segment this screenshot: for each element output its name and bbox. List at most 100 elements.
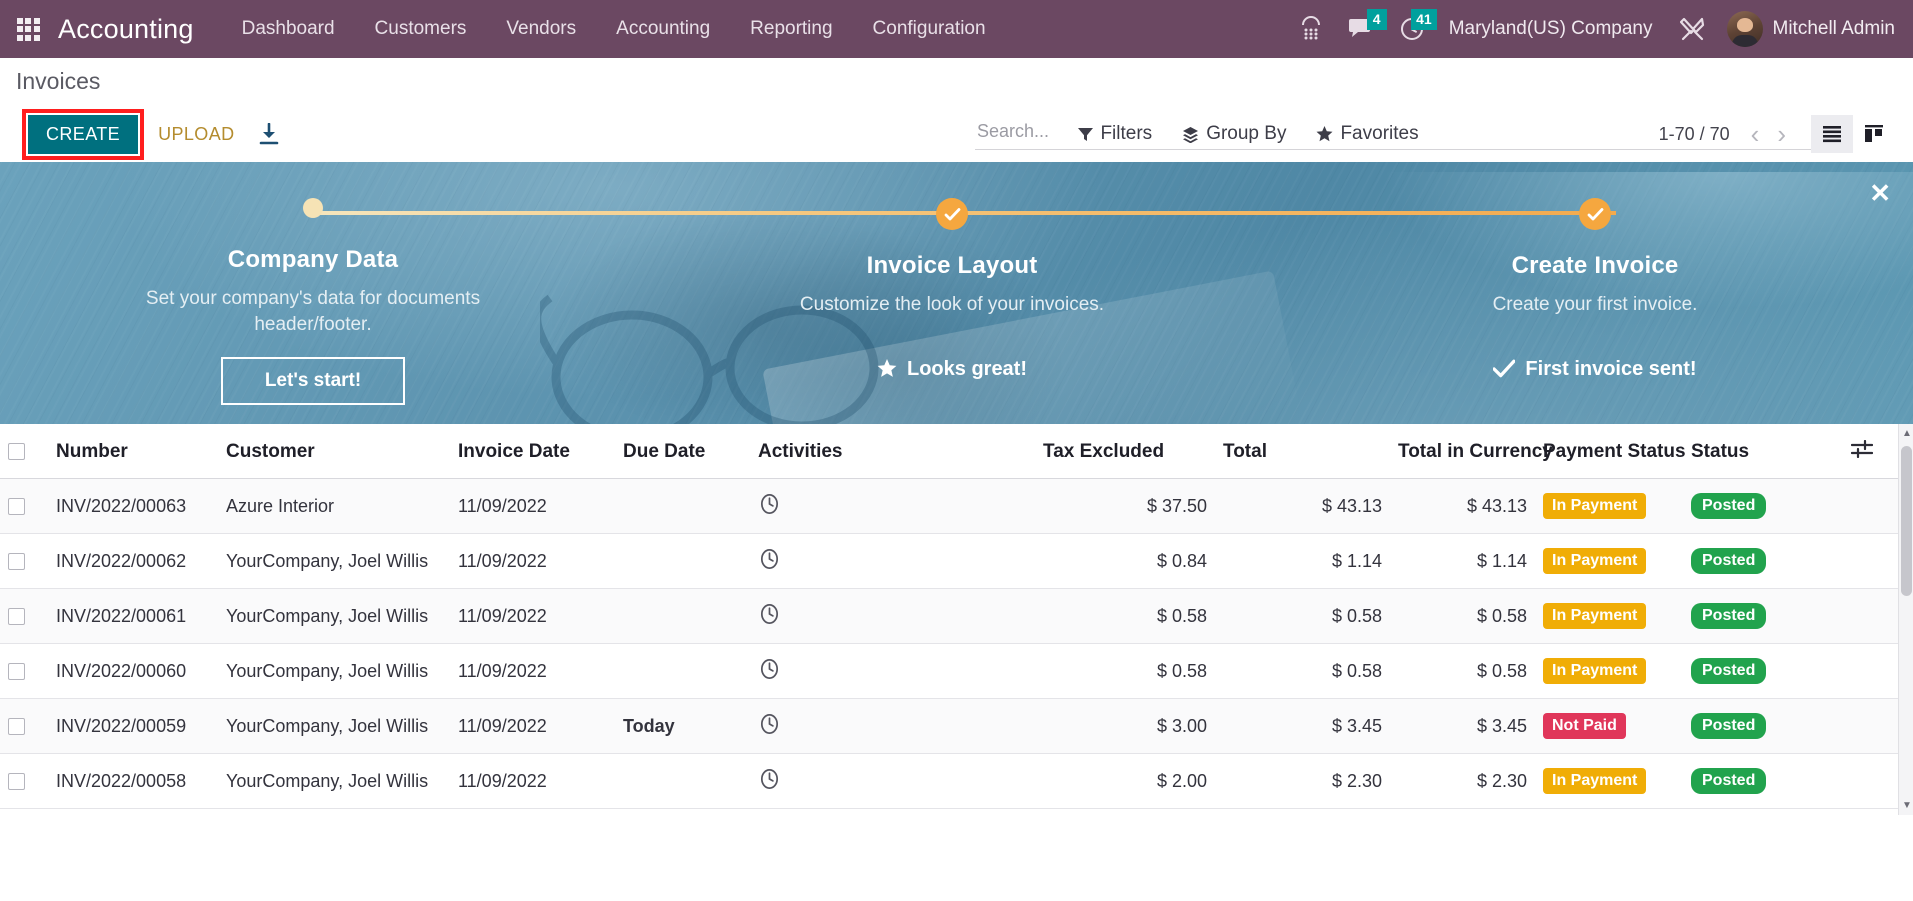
col-status[interactable]: Status: [1683, 424, 1843, 479]
cell-invoice-date: 11/09/2022: [450, 644, 615, 699]
voip-keypad-button[interactable]: [1287, 0, 1335, 58]
kanban-view-button[interactable]: [1853, 115, 1895, 153]
cell-number[interactable]: INV/2022/00059: [48, 699, 218, 754]
cell-status: Posted: [1683, 479, 1843, 534]
download-icon[interactable]: [249, 119, 289, 149]
cell-number[interactable]: INV/2022/00060: [48, 644, 218, 699]
user-menu-button[interactable]: Mitchell Admin: [1719, 11, 1896, 47]
cell-number[interactable]: INV/2022/00063: [48, 479, 218, 534]
menu-customers[interactable]: Customers: [355, 0, 487, 58]
cell-total-in-currency: $ 43.13: [1390, 479, 1535, 534]
upload-button[interactable]: UPLOAD: [144, 115, 248, 154]
messages-button[interactable]: 4: [1335, 0, 1387, 58]
cell-number[interactable]: INV/2022/00058: [48, 754, 218, 809]
scrollbar-thumb[interactable]: [1901, 446, 1912, 596]
cell-spacer: [1843, 589, 1898, 644]
scroll-down-icon[interactable]: ▼: [1902, 800, 1912, 811]
status-badge: Posted: [1691, 713, 1766, 739]
debug-tools-button[interactable]: [1667, 0, 1719, 58]
clock-icon[interactable]: [758, 774, 781, 794]
cell-total: $ 2.30: [1215, 754, 1390, 809]
cell-invoice-date: 11/09/2022: [450, 754, 615, 809]
company-switcher[interactable]: Maryland(US) Company: [1437, 18, 1667, 40]
activities-button[interactable]: 41: [1387, 0, 1437, 58]
menu-reporting[interactable]: Reporting: [730, 0, 852, 58]
list-view-button[interactable]: [1811, 115, 1853, 153]
clock-icon[interactable]: [758, 719, 781, 739]
row-select-cell: [0, 479, 48, 534]
scroll-up-icon[interactable]: ▲: [1902, 428, 1912, 439]
cell-total: $ 1.14: [1215, 534, 1390, 589]
col-total[interactable]: Total: [1215, 424, 1390, 479]
table-row[interactable]: INV/2022/00059 YourCompany, Joel Willis …: [0, 699, 1898, 754]
create-button[interactable]: CREATE: [28, 115, 138, 154]
col-customer[interactable]: Customer: [218, 424, 450, 479]
menu-vendors[interactable]: Vendors: [486, 0, 596, 58]
row-checkbox[interactable]: [8, 553, 25, 570]
payment-status-badge: In Payment: [1543, 658, 1646, 684]
navbar-systray: 4 41 Maryland(US) Company Mitchell Admin: [1287, 0, 1913, 58]
payment-status-badge: In Payment: [1543, 548, 1646, 574]
menu-dashboard[interactable]: Dashboard: [222, 0, 355, 58]
col-total-in-currency[interactable]: Total in Currency: [1390, 424, 1535, 479]
favorites-dropdown[interactable]: Favorites: [1316, 123, 1418, 145]
table-row[interactable]: INV/2022/00062 YourCompany, Joel Willis …: [0, 534, 1898, 589]
status-badge: Posted: [1691, 603, 1766, 629]
cell-total-in-currency: $ 0.58: [1390, 589, 1535, 644]
cell-customer: YourCompany, Joel Willis: [218, 589, 450, 644]
clock-icon[interactable]: [758, 499, 781, 519]
row-checkbox[interactable]: [8, 498, 25, 515]
row-checkbox[interactable]: [8, 773, 25, 790]
table-body: INV/2022/00063 Azure Interior 11/09/2022…: [0, 479, 1898, 809]
col-tax-excluded[interactable]: Tax Excluded: [1035, 424, 1215, 479]
pager-value[interactable]: 1-70 / 70: [1659, 124, 1730, 145]
filters-dropdown[interactable]: Filters: [1078, 123, 1152, 145]
cell-tax-excluded: $ 37.50: [1035, 479, 1215, 534]
table-row[interactable]: INV/2022/00061 YourCompany, Joel Willis …: [0, 589, 1898, 644]
column-options-icon[interactable]: [1851, 442, 1873, 463]
select-all-checkbox[interactable]: [8, 443, 25, 460]
breadcrumb[interactable]: Invoices: [0, 58, 100, 95]
apps-menu-button[interactable]: [6, 18, 50, 41]
top-navbar: Accounting Dashboard Customers Vendors A…: [0, 0, 1913, 58]
clock-icon[interactable]: [758, 664, 781, 684]
table-row[interactable]: INV/2022/00060 YourCompany, Joel Willis …: [0, 644, 1898, 699]
table-row[interactable]: INV/2022/00058 YourCompany, Joel Willis …: [0, 754, 1898, 809]
status-badge: Posted: [1691, 768, 1766, 794]
row-checkbox[interactable]: [8, 663, 25, 680]
row-checkbox[interactable]: [8, 608, 25, 625]
cell-payment-status: In Payment: [1535, 479, 1683, 534]
clock-icon[interactable]: [758, 609, 781, 629]
invoice-list-view: Number Customer Invoice Date Due Date Ac…: [0, 424, 1913, 815]
cell-due-date: [615, 754, 750, 809]
pager-next-button[interactable]: ›: [1770, 121, 1793, 147]
first-invoice-sent-action[interactable]: First invoice sent!: [1493, 358, 1696, 381]
status-badge: Posted: [1691, 658, 1766, 684]
looks-great-label: Looks great!: [907, 358, 1027, 381]
col-payment-status[interactable]: Payment Status: [1535, 424, 1683, 479]
menu-accounting[interactable]: Accounting: [596, 0, 730, 58]
looks-great-action[interactable]: Looks great!: [877, 358, 1027, 381]
view-switcher: [1811, 115, 1895, 153]
col-due-date[interactable]: Due Date: [615, 424, 750, 479]
favorites-label: Favorites: [1340, 123, 1418, 145]
clock-icon[interactable]: [758, 554, 781, 574]
status-badge: Posted: [1691, 493, 1766, 519]
app-brand-accounting[interactable]: Accounting: [58, 14, 194, 45]
cell-tax-excluded: $ 3.00: [1035, 699, 1215, 754]
cell-number[interactable]: INV/2022/00061: [48, 589, 218, 644]
row-checkbox[interactable]: [8, 718, 25, 735]
table-row[interactable]: INV/2022/00063 Azure Interior 11/09/2022…: [0, 479, 1898, 534]
cell-number[interactable]: INV/2022/00062: [48, 534, 218, 589]
lets-start-button[interactable]: Let's start!: [221, 357, 405, 405]
menu-configuration[interactable]: Configuration: [853, 0, 1006, 58]
col-invoice-date[interactable]: Invoice Date: [450, 424, 615, 479]
groupby-dropdown[interactable]: Group By: [1182, 123, 1286, 145]
col-activities[interactable]: Activities: [750, 424, 1035, 479]
list-scrollbar[interactable]: ▲ ▼: [1898, 424, 1913, 815]
search-dropdowns: Filters Group By Favorites: [1078, 123, 1418, 145]
close-icon[interactable]: ✕: [1869, 180, 1891, 206]
cell-payment-status: In Payment: [1535, 644, 1683, 699]
col-number[interactable]: Number: [48, 424, 218, 479]
pager-previous-button[interactable]: ‹: [1744, 121, 1767, 147]
